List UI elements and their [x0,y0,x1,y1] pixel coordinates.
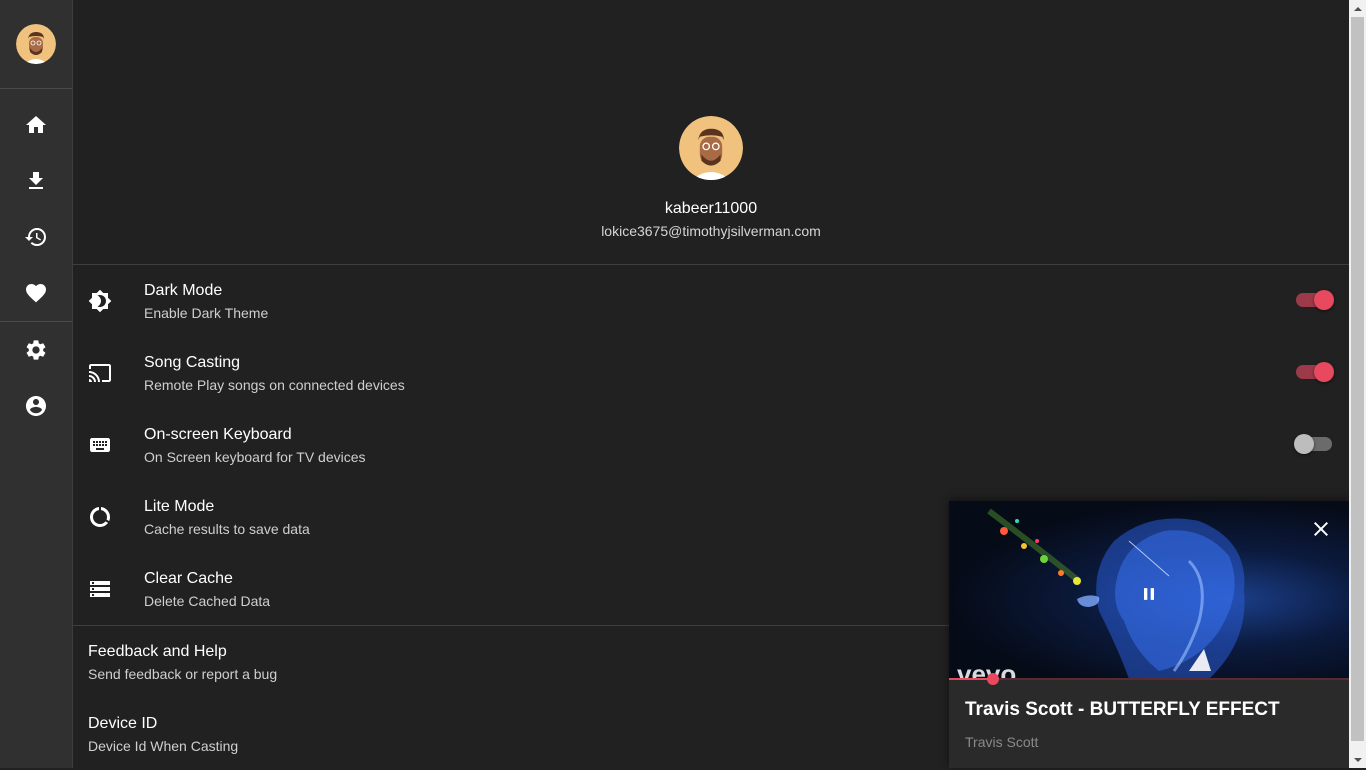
keyboard-icon [88,433,112,457]
song-casting-toggle[interactable] [1296,362,1334,382]
close-player-button[interactable] [1309,517,1333,541]
onscreen-keyboard-toggle[interactable] [1294,434,1332,454]
track-artist: Travis Scott [965,734,1039,750]
setting-title: Feedback and Help [88,643,227,660]
setting-title: Song Casting [144,354,241,371]
cast-icon [88,361,112,385]
setting-title: Device ID [88,715,158,732]
user-avatar[interactable] [16,24,56,64]
close-icon [1314,522,1328,536]
setting-title: Lite Mode [144,498,215,515]
sidebar-item-settings[interactable] [0,326,72,374]
setting-subtitle: On Screen keyboard for TV devices [144,449,366,465]
heart-icon [26,284,46,303]
setting-title: Dark Mode [144,282,223,299]
profile-email: lokice3675@timothyjsilverman.com [601,223,821,239]
home-icon [26,116,46,133]
setting-subtitle: Delete Cached Data [144,593,271,609]
history-icon [25,228,46,246]
sidebar-item-favorites[interactable] [0,269,72,317]
download-icon [29,172,43,189]
sidebar-item-account[interactable] [0,382,72,430]
setting-subtitle: Remote Play songs on connected devices [144,377,405,393]
sidebar [0,0,73,768]
scroll-down-button[interactable] [1349,751,1366,768]
sidebar-item-downloads[interactable] [0,157,72,205]
video-thumbnail[interactable]: vevo [949,501,1349,679]
setting-subtitle: Enable Dark Theme [144,305,269,321]
toggle-knob [1314,362,1334,382]
profile-username: kabeer11000 [664,200,758,217]
toggle-knob [1314,290,1334,310]
setting-dark-mode[interactable]: Dark Mode Enable Dark Theme [73,265,1349,337]
data-saver-icon [88,505,112,529]
scrollbar-thumb[interactable] [1351,17,1364,741]
setting-song-casting[interactable]: Song Casting Remote Play songs on connec… [73,337,1349,409]
track-title: Travis Scott - BUTTERFLY EFFECT [965,699,1280,720]
sidebar-divider [0,88,72,89]
mini-player: vevo Travis Scott - BUTTERFLY EFFECT Tra… [949,501,1349,768]
setting-subtitle: Send feedback or report a bug [88,666,278,682]
brightness-icon [88,289,112,313]
playback-progress-bar[interactable] [949,673,1349,685]
arrow-down-icon [1353,757,1362,762]
sidebar-item-history[interactable] [0,213,72,261]
pause-icon [1144,588,1154,600]
progress-knob[interactable] [987,673,999,685]
arrow-up-icon [1353,6,1362,11]
page-scrollbar[interactable] [1349,0,1366,768]
toggle-knob [1294,434,1314,454]
sidebar-item-home[interactable] [0,101,72,149]
setting-title: On-screen Keyboard [144,426,292,443]
setting-subtitle: Device Id When Casting [88,738,239,754]
scroll-up-button[interactable] [1349,0,1366,17]
setting-onscreen-keyboard[interactable]: On-screen Keyboard On Screen keyboard fo… [73,409,1349,481]
sidebar-divider [0,321,72,322]
dark-mode-toggle[interactable] [1296,290,1334,310]
account-circle-icon [26,396,46,416]
pause-button[interactable] [1139,584,1159,604]
profile-avatar [679,116,743,180]
setting-subtitle: Cache results to save data [144,521,310,537]
setting-title: Clear Cache [144,570,233,587]
gear-icon [26,340,46,360]
storage-icon [88,577,112,601]
